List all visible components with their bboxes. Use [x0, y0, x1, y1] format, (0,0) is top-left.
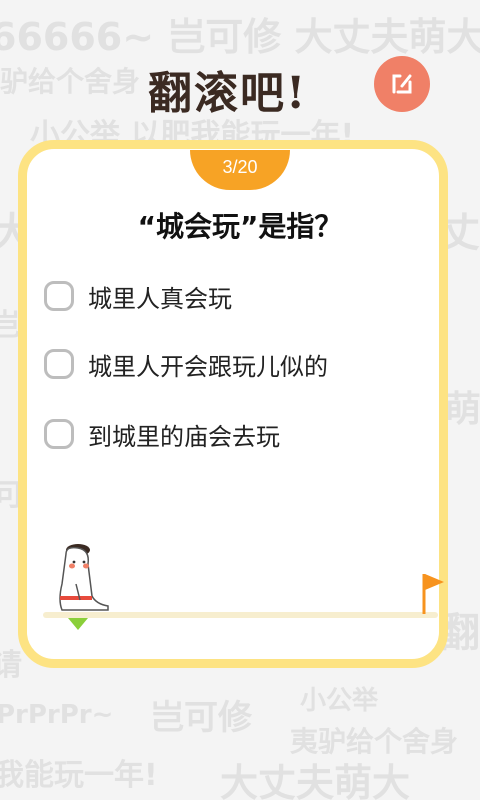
mascot-icon: [59, 544, 109, 611]
app-logo: 翻滚吧!: [148, 64, 328, 124]
finish-flag-icon: [422, 574, 444, 614]
question-text: “城会玩”是指？: [137, 210, 343, 243]
share-button[interactable]: [374, 56, 430, 112]
position-marker-icon: [68, 618, 88, 630]
progress-label: 3/20: [222, 157, 258, 177]
option-3[interactable]: 到城里的庙会去玩: [44, 414, 280, 454]
share-icon: [392, 74, 412, 94]
checkbox-icon[interactable]: [44, 281, 74, 311]
option-1[interactable]: 城里人真会玩: [44, 276, 232, 316]
option-2[interactable]: 城里人开会跟玩儿似的: [44, 344, 328, 384]
option-label: 城里人开会跟玩儿似的: [88, 352, 328, 381]
checkbox-icon[interactable]: [44, 419, 74, 449]
option-label: 城里人真会玩: [88, 284, 232, 313]
app-logo-text: 翻滚吧!: [148, 68, 308, 119]
checkbox-icon[interactable]: [44, 349, 74, 379]
option-label: 到城里的庙会去玩: [88, 422, 280, 451]
